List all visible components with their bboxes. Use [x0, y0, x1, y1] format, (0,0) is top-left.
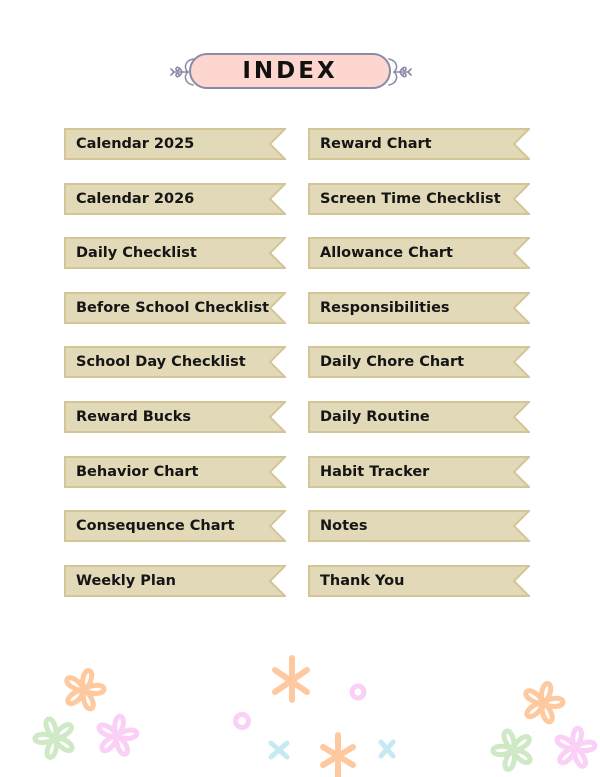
index-entry[interactable]: Weekly Plan: [64, 564, 286, 597]
cross-icon: [268, 740, 290, 760]
index-entry[interactable]: Reward Bucks: [64, 401, 286, 433]
index-entry[interactable]: Daily Checklist: [64, 237, 286, 270]
index-entry[interactable]: Daily Chore Chart: [308, 346, 530, 379]
flower-icon: [29, 712, 80, 762]
index-entry[interactable]: Calendar 2025: [64, 128, 286, 160]
index-entry-label: Responsibilities: [320, 299, 450, 316]
index-entry[interactable]: Notes: [308, 510, 530, 543]
index-entry-label: Calendar 2026: [76, 190, 195, 207]
flower-icon: [552, 725, 599, 770]
index-title-plaque: INDEX: [170, 52, 412, 94]
ornament-scroll-icon: [388, 58, 412, 86]
index-entry-label: Calendar 2025: [76, 136, 195, 152]
index-entry-label: Notes: [320, 518, 368, 535]
sparkle-icon: [272, 655, 310, 703]
circle-icon: [233, 712, 251, 730]
index-entry-label: Daily Routine: [320, 409, 430, 425]
index-entry-label: Thank You: [320, 572, 405, 589]
index-entry-label: Reward Chart: [320, 136, 432, 152]
index-entry-label: Daily Checklist: [76, 245, 197, 262]
index-entry[interactable]: Screen Time Checklist: [308, 182, 530, 215]
circle-icon: [349, 683, 367, 701]
index-entry[interactable]: Calendar 2026: [64, 182, 286, 215]
flower-icon: [487, 724, 538, 774]
index-entry[interactable]: Daily Routine: [308, 401, 530, 433]
index-entry[interactable]: Allowance Chart: [308, 237, 530, 270]
cross-icon: [378, 739, 396, 759]
flower-icon: [519, 678, 568, 726]
index-entry-label: School Day Checklist: [76, 354, 246, 371]
index-entry[interactable]: Responsibilities: [308, 291, 530, 324]
index-entry[interactable]: Habit Tracker: [308, 455, 530, 488]
index-entry-label: Behavior Chart: [76, 463, 199, 480]
index-entry-label: Screen Time Checklist: [320, 190, 501, 207]
index-entry[interactable]: Before School Checklist: [64, 291, 286, 324]
index-entry[interactable]: Behavior Chart: [64, 455, 286, 488]
index-entry[interactable]: Reward Chart: [308, 128, 530, 160]
index-entry-label: Reward Bucks: [76, 409, 192, 425]
index-entry-label: Before School Checklist: [76, 299, 270, 316]
index-entry-label: Habit Tracker: [320, 463, 430, 480]
index-entry-label: Daily Chore Chart: [320, 354, 465, 371]
index-entry[interactable]: Thank You: [308, 564, 530, 597]
index-entry[interactable]: Consequence Chart: [64, 510, 286, 543]
index-entry-label: Allowance Chart: [320, 245, 453, 262]
flower-icon: [94, 713, 141, 758]
page-title: INDEX: [242, 58, 338, 84]
index-entry-label: Consequence Chart: [76, 518, 235, 535]
decorations: [0, 655, 600, 777]
index-entry-label: Weekly Plan: [76, 572, 176, 589]
title-pill: INDEX: [189, 53, 391, 89]
sparkle-icon: [320, 732, 356, 777]
flower-icon: [60, 665, 109, 713]
index-entry[interactable]: School Day Checklist: [64, 346, 286, 379]
